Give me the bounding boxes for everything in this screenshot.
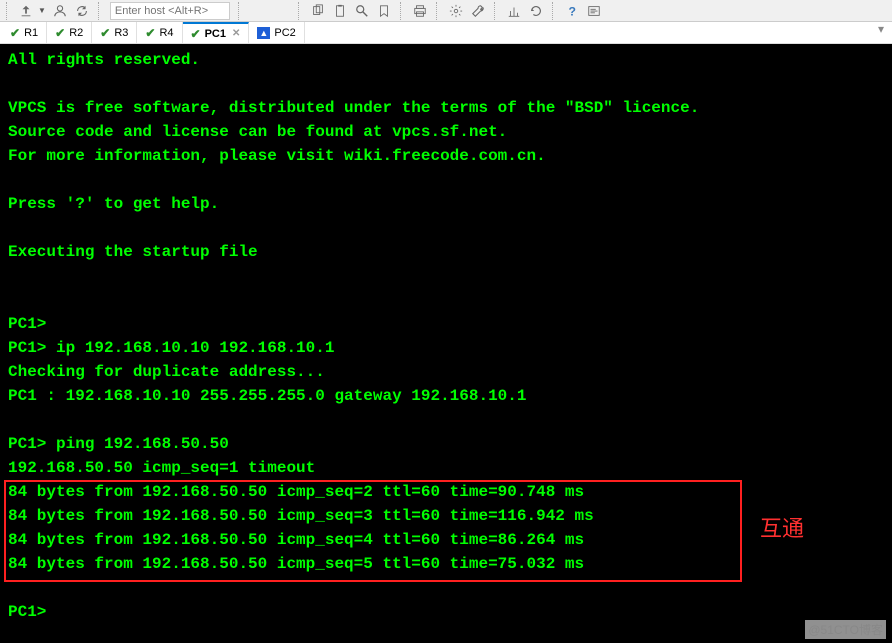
close-icon[interactable]: ✕ (232, 28, 240, 39)
tools-icon[interactable] (470, 3, 486, 19)
tab-r2[interactable]: ✔ R2 (47, 22, 92, 43)
toolbar-separator (436, 2, 440, 20)
terminal-line (8, 72, 884, 96)
terminal-line: PC1> ip 192.168.10.10 192.168.10.1 (8, 336, 884, 360)
toolbar-separator (298, 2, 302, 20)
tab-r1[interactable]: ✔ R1 (2, 22, 47, 43)
terminal-line (8, 288, 884, 312)
terminal-line (8, 168, 884, 192)
tab-label: R4 (159, 27, 173, 39)
help-icon[interactable]: ? (564, 3, 580, 19)
tab-pc1[interactable]: ✔ PC1 ✕ (183, 22, 250, 43)
paste-icon[interactable] (332, 3, 348, 19)
warning-icon: ▲ (257, 27, 270, 39)
terminal[interactable]: All rights reserved. VPCS is free softwa… (0, 44, 892, 643)
profile-icon[interactable] (52, 3, 68, 19)
terminal-line: Checking for duplicate address... (8, 360, 884, 384)
find-icon[interactable] (354, 3, 370, 19)
tab-label: R2 (69, 27, 83, 39)
toolbar-separator (494, 2, 498, 20)
terminal-line: VPCS is free software, distributed under… (8, 96, 884, 120)
tab-label: PC2 (274, 27, 295, 39)
watermark: @51CTO博客 (805, 620, 886, 639)
script-icon[interactable] (586, 3, 602, 19)
annotation-text: 互通 (760, 512, 804, 545)
print-icon[interactable] (412, 3, 428, 19)
toolbar-separator (98, 2, 102, 20)
svg-text:?: ? (568, 4, 575, 18)
refresh-icon[interactable] (528, 3, 544, 19)
terminal-line: Press '?' to get help. (8, 192, 884, 216)
bookmark-icon[interactable] (376, 3, 392, 19)
check-icon: ✔ (55, 26, 65, 40)
annotation-box (4, 480, 742, 582)
chevron-down-icon[interactable]: ▼ (38, 6, 46, 15)
terminal-line: PC1> (8, 312, 884, 336)
terminal-line: Source code and license can be found at … (8, 120, 884, 144)
terminal-line: PC1 : 192.168.10.10 255.255.255.0 gatewa… (8, 384, 884, 408)
tab-r3[interactable]: ✔ R3 (92, 22, 137, 43)
terminal-line (8, 264, 884, 288)
terminal-line: PC1> ping 192.168.50.50 (8, 432, 884, 456)
check-icon: ✔ (145, 26, 155, 40)
tab-pc2[interactable]: ▲ PC2 (249, 22, 304, 43)
copy-icon[interactable] (310, 3, 326, 19)
toolbar: ▼ ? (0, 0, 892, 22)
terminal-line: All rights reserved. (8, 48, 884, 72)
check-icon: ✔ (191, 27, 201, 41)
terminal-line (8, 216, 884, 240)
tab-label: R3 (114, 27, 128, 39)
toolbar-separator (6, 2, 10, 20)
terminal-line: For more information, please visit wiki.… (8, 144, 884, 168)
toolbar-separator (552, 2, 556, 20)
tab-menu-icon[interactable]: ▾ (870, 22, 892, 43)
tabs-bar: ✔ R1 ✔ R2 ✔ R3 ✔ R4 ✔ PC1 ✕ ▲ PC2 ▾ (0, 22, 892, 44)
tab-r4[interactable]: ✔ R4 (137, 22, 182, 43)
reconnect-icon[interactable] (74, 3, 90, 19)
upload-icon[interactable] (18, 3, 34, 19)
check-icon: ✔ (10, 26, 20, 40)
terminal-line: Executing the startup file (8, 240, 884, 264)
host-input[interactable] (110, 2, 230, 20)
chart-icon[interactable] (506, 3, 522, 19)
tab-label: PC1 (205, 28, 226, 40)
terminal-line (8, 408, 884, 432)
tab-label: R1 (24, 27, 38, 39)
check-icon: ✔ (100, 26, 110, 40)
terminal-line: 192.168.50.50 icmp_seq=1 timeout (8, 456, 884, 480)
toolbar-separator (238, 2, 242, 20)
terminal-line: PC1> (8, 600, 884, 624)
gear-icon[interactable] (448, 3, 464, 19)
toolbar-separator (400, 2, 404, 20)
